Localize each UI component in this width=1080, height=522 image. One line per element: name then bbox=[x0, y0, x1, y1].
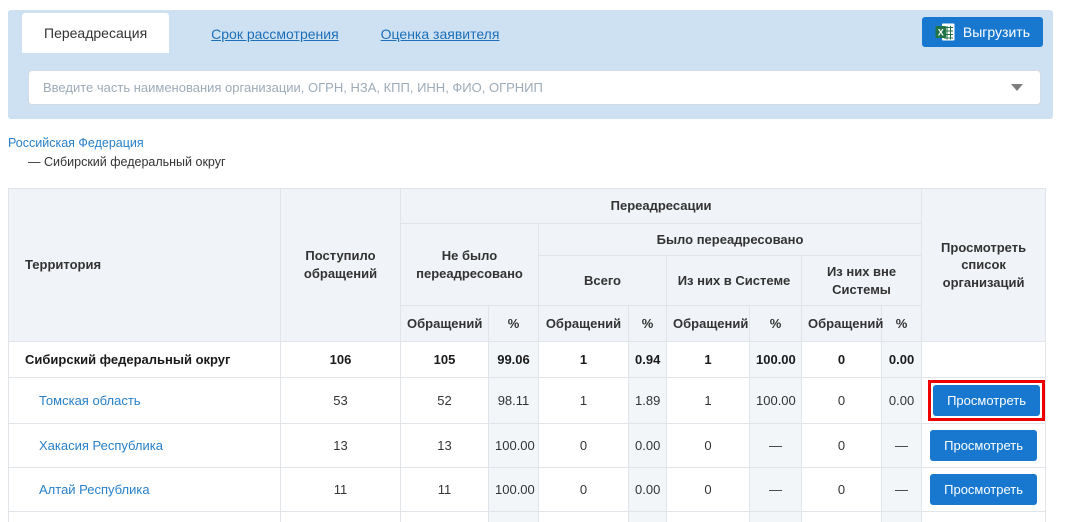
col-group-out-system: Из них вне Системы bbox=[802, 256, 922, 306]
tab-applicant-rating[interactable]: Оценка заявителя bbox=[381, 26, 500, 42]
tabs-row: Переадресация Срок рассмотрения Оценка з… bbox=[8, 10, 1053, 53]
in-system-pct-cell: — bbox=[750, 424, 802, 468]
in-system-pct-cell: 100.00 bbox=[750, 378, 802, 424]
tab-review-period[interactable]: Срок рассмотрения bbox=[211, 26, 339, 42]
view-button-cell: Просмотреть bbox=[922, 378, 1046, 424]
not-redirected-appeals-cell: 105 bbox=[401, 342, 489, 378]
not-redirected-pct-cell: 100.00 bbox=[489, 468, 539, 512]
breadcrumb: Российская Федерация — Сибирский федерал… bbox=[8, 136, 226, 169]
in-system-pct-cell: — bbox=[750, 468, 802, 512]
dropdown-caret-icon[interactable] bbox=[1011, 84, 1023, 91]
col-header-percent: % bbox=[629, 306, 667, 342]
in-system-appeals-cell: 1 bbox=[667, 378, 750, 424]
view-button-cell: Просмотреть bbox=[922, 424, 1046, 468]
total-appeals-cell: 0 bbox=[539, 424, 629, 468]
filter-panel: Переадресация Срок рассмотрения Оценка з… bbox=[8, 10, 1053, 119]
out-system-appeals-cell: 0 bbox=[802, 424, 882, 468]
territory-link[interactable]: Томская область bbox=[39, 393, 141, 408]
highlight-box: Просмотреть bbox=[928, 380, 1045, 421]
col-group-total: Всего bbox=[539, 256, 667, 306]
in-system-pct-cell: 100.00 bbox=[750, 342, 802, 378]
col-group-in-system: Из них в Системе bbox=[667, 256, 802, 306]
export-button[interactable]: X Выгрузить bbox=[922, 17, 1043, 47]
not-redirected-pct-cell: 100.00 bbox=[489, 424, 539, 468]
svg-text:X: X bbox=[938, 27, 944, 37]
col-header-received: Поступило обращений bbox=[281, 189, 401, 342]
out-system-pct-cell: 0.00 bbox=[882, 378, 922, 424]
col-header-appeals: Обращений bbox=[401, 306, 489, 342]
org-search-input[interactable] bbox=[28, 70, 1041, 105]
total-pct-cell: 0.94 bbox=[629, 342, 667, 378]
col-header-appeals: Обращений bbox=[539, 306, 629, 342]
view-button[interactable]: Просмотреть bbox=[930, 474, 1037, 505]
out-system-pct-cell: — bbox=[882, 424, 922, 468]
col-header-territory: Территория bbox=[9, 189, 281, 342]
tab-redirection[interactable]: Переадресация bbox=[22, 13, 169, 53]
report-page: Переадресация Срок рассмотрения Оценка з… bbox=[0, 0, 1080, 522]
redirection-table: Территория Поступило обращений Переадрес… bbox=[8, 188, 1046, 522]
export-button-label: Выгрузить bbox=[963, 24, 1030, 40]
total-pct-cell: 0.00 bbox=[629, 424, 667, 468]
territory-cell: Хакасия Республика bbox=[9, 424, 281, 468]
total-appeals-cell: 1 bbox=[539, 342, 629, 378]
not-redirected-appeals-cell: 52 bbox=[401, 378, 489, 424]
view-button-cell: Просмотреть bbox=[922, 468, 1046, 512]
col-group-redirections: Переадресации bbox=[401, 189, 922, 224]
in-system-appeals-cell: 1 bbox=[667, 342, 750, 378]
out-system-pct-cell: 0.00 bbox=[882, 342, 922, 378]
not-redirected-pct-cell: 98.11 bbox=[489, 378, 539, 424]
org-search bbox=[28, 70, 1041, 105]
table-row: Сибирский федеральный округ 106 105 99.0… bbox=[9, 342, 1046, 378]
out-system-appeals-cell: 0 bbox=[802, 342, 882, 378]
breadcrumb-root-link[interactable]: Российская Федерация bbox=[8, 136, 144, 150]
received-cell: 13 bbox=[281, 424, 401, 468]
not-redirected-appeals-cell: 13 bbox=[401, 424, 489, 468]
not-redirected-appeals-cell: 11 bbox=[401, 468, 489, 512]
received-cell: 53 bbox=[281, 378, 401, 424]
table-row: Алтай Республика 11 11 100.00 0 0.00 0 —… bbox=[9, 468, 1046, 512]
view-button[interactable]: Просмотреть bbox=[930, 430, 1037, 461]
territory-cell: Сибирский федеральный округ bbox=[9, 342, 281, 378]
view-button-cell bbox=[922, 342, 1046, 378]
view-button[interactable]: Просмотреть bbox=[933, 385, 1040, 416]
table-row: Хакасия Республика 13 13 100.00 0 0.00 0… bbox=[9, 424, 1046, 468]
total-pct-cell: 0.00 bbox=[629, 468, 667, 512]
out-system-pct-cell: — bbox=[882, 468, 922, 512]
col-header-view-list: Просмотреть список организаций bbox=[922, 189, 1046, 342]
territory-cell: Томская область bbox=[9, 378, 281, 424]
in-system-appeals-cell: 0 bbox=[667, 468, 750, 512]
tab-redirection-label: Переадресация bbox=[44, 25, 147, 41]
col-group-redirected: Было переадресовано bbox=[539, 224, 922, 256]
col-header-appeals: Обращений bbox=[667, 306, 750, 342]
territory-cell: Алтай Республика bbox=[9, 468, 281, 512]
total-appeals-cell: 1 bbox=[539, 378, 629, 424]
out-system-appeals-cell: 0 bbox=[802, 468, 882, 512]
col-header-percent: % bbox=[750, 306, 802, 342]
territory-link[interactable]: Хакасия Республика bbox=[39, 438, 163, 453]
total-appeals-cell: 0 bbox=[539, 468, 629, 512]
table-row: Томская область 53 52 98.11 1 1.89 1 100… bbox=[9, 378, 1046, 424]
total-pct-cell: 1.89 bbox=[629, 378, 667, 424]
excel-icon: X bbox=[935, 23, 955, 41]
in-system-appeals-cell: 0 bbox=[667, 424, 750, 468]
table-row-partial bbox=[9, 512, 1046, 522]
col-group-not-redirected: Не было переадресовано bbox=[401, 224, 539, 306]
out-system-appeals-cell: 0 bbox=[802, 378, 882, 424]
received-cell: 106 bbox=[281, 342, 401, 378]
breadcrumb-current: — Сибирский федеральный округ bbox=[28, 155, 226, 169]
col-header-percent: % bbox=[882, 306, 922, 342]
col-header-percent: % bbox=[489, 306, 539, 342]
territory-link[interactable]: Алтай Республика bbox=[39, 482, 150, 497]
received-cell: 11 bbox=[281, 468, 401, 512]
not-redirected-pct-cell: 99.06 bbox=[489, 342, 539, 378]
col-header-appeals: Обращений bbox=[802, 306, 882, 342]
